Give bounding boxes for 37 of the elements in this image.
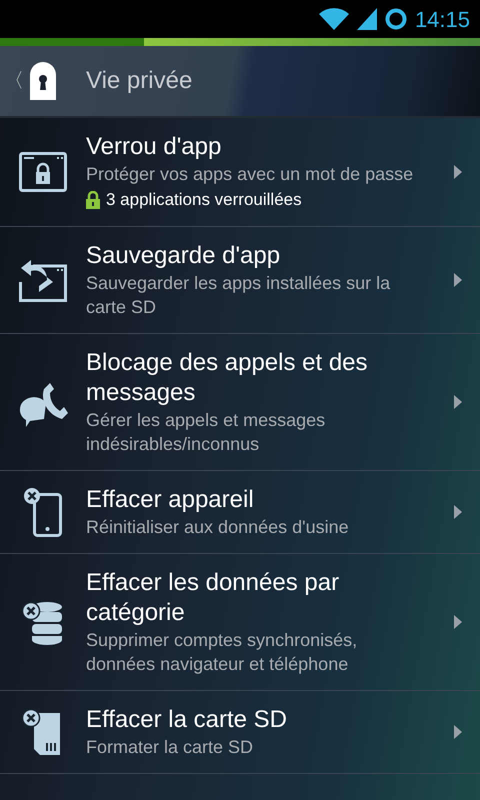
item-description: Protéger vos apps avec un mot de passe: [86, 163, 414, 186]
window-restore-icon: [19, 258, 67, 302]
item-title: Verrou d'app: [86, 132, 222, 162]
menu-item[interactable]: Blocage des appels et des messages Gérer les appels et messages indésirables/inconnus: [0, 334, 480, 471]
chevron-icon: [454, 615, 462, 629]
wifi-icon: [318, 8, 349, 30]
window-lock-icon: [19, 152, 67, 192]
keyhole-icon: [30, 62, 56, 100]
back-button[interactable]: 〈: [0, 61, 62, 101]
item-title: Blocage des appels et des messages: [86, 348, 369, 408]
item-title: Effacer la carte SD: [86, 705, 288, 735]
status-text: 3 applications verrouillées: [106, 189, 302, 211]
menu-item[interactable]: Sauvegarde d'app Sauvegarder les apps installées sur la carte SD: [0, 227, 480, 334]
item-description: Sauvegarder les apps installées sur la carte SD: [86, 272, 392, 319]
menu-item[interactable]: Effacer appareil Réinitialiser aux données d'usine: [0, 471, 480, 554]
chevron-icon: [454, 725, 462, 739]
phone-remove-icon: [23, 487, 63, 537]
chevron-icon: [454, 505, 462, 519]
item-title: Effacer les données par catégorie: [86, 568, 340, 628]
item-description: Gérer les appels et messages indésirables/inconnus: [86, 409, 326, 456]
signal-icon: [356, 8, 377, 30]
menu-item[interactable]: Verrou d'app Protéger vos apps avec un mot de passe 3 applications verrouillées: [0, 118, 480, 227]
item-title: Effacer appareil: [86, 485, 255, 515]
item-title: Sauvegarde d'app: [86, 241, 282, 271]
clock-text: 14:15: [414, 6, 470, 34]
menu-item[interactable]: Effacer les données par catégorie Supprimer comptes synchronisés, données navigateur et téléphone: [0, 554, 480, 691]
sync-icon: [384, 8, 407, 30]
lock-icon: [86, 191, 100, 209]
chevron-icon: [454, 165, 462, 179]
database-remove-icon: [22, 599, 64, 645]
menu-item[interactable]: Effacer la carte SD Formater la carte SD: [0, 691, 480, 774]
chevron-icon: [454, 273, 462, 287]
item-description: Supprimer comptes synchronisés, données navigateur et téléphone: [86, 629, 358, 676]
chevron-icon: [454, 395, 462, 409]
item-description: Réinitialiser aux données d'usine: [86, 516, 350, 539]
screen-title: Vie privée: [86, 66, 192, 96]
item-description: Formater la carte SD: [86, 736, 254, 759]
